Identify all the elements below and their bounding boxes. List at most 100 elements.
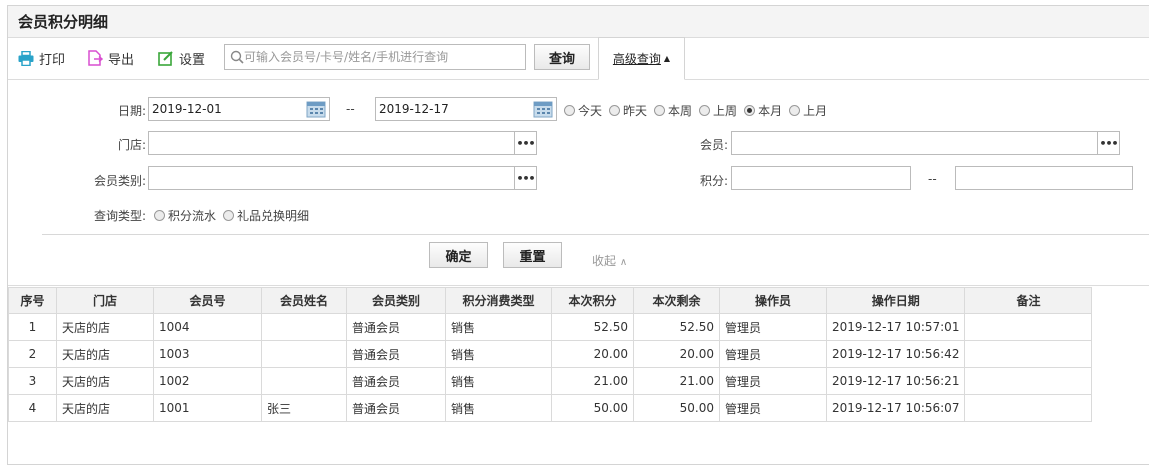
points-to-input[interactable] [956, 167, 1132, 189]
settings-button[interactable]: 设置 [158, 48, 205, 68]
table-body: 1 天店的店 1004 普通会员 销售 52.50 52.50 管理员 2019-12-17 1… [8, 313, 1093, 422]
table-cell: 21.00 [551, 367, 634, 395]
table-cell: 2019-12-17 10:56:07 [825, 394, 966, 422]
print-label: 打印 [39, 52, 66, 68]
calendar-icon[interactable] [306, 100, 326, 118]
table-cell [964, 340, 1093, 368]
store-field: ••• [148, 131, 537, 155]
member-type-label: 会员类别: [93, 174, 146, 188]
table-cell: 天店的店 [56, 313, 154, 341]
table-row[interactable]: 3 天店的店 1002 普通会员 销售 21.00 21.00 管理员 2019-12-17 1… [8, 367, 1093, 395]
export-icon [88, 50, 103, 66]
date-range-radio-label: 本月 [758, 104, 783, 118]
table-cell: 普通会员 [346, 367, 446, 395]
points-separator: -- [928, 172, 937, 186]
table-cell: 销售 [445, 340, 552, 368]
table-cell: 销售 [445, 367, 552, 395]
table-cell [261, 367, 347, 395]
column-header[interactable]: 会员号 [153, 287, 262, 314]
query-type-radio-0[interactable]: 积分流水 [154, 207, 216, 224]
export-button[interactable]: 导出 [88, 48, 134, 68]
radio-circle-icon [744, 105, 756, 116]
table-cell: 销售 [445, 394, 552, 422]
table-cell: 管理员 [719, 394, 827, 422]
table-row[interactable]: 1 天店的店 1004 普通会员 销售 52.50 52.50 管理员 2019-12-17 1… [8, 313, 1093, 341]
date-range-radio-label: 今天 [578, 104, 603, 118]
table-cell: 50.00 [633, 394, 720, 422]
confirm-button[interactable]: 确定 [429, 242, 488, 268]
query-type-label: 查询类型: [93, 209, 146, 223]
column-header[interactable]: 本次积分 [551, 287, 634, 314]
reset-button[interactable]: 重置 [503, 242, 562, 268]
table-row[interactable]: 2 天店的店 1003 普通会员 销售 20.00 20.00 管理员 2019-12-17 1… [8, 340, 1093, 368]
date-range-radio-4[interactable]: 本月 [744, 102, 782, 119]
date-range-radio-3[interactable]: 上周 [699, 102, 737, 119]
table-cell [964, 394, 1093, 422]
edit-icon [158, 51, 173, 66]
table-cell: 管理员 [719, 313, 827, 341]
date-range-radio-0[interactable]: 今天 [564, 102, 602, 119]
search-box [224, 44, 526, 70]
points-from-input[interactable] [732, 167, 910, 189]
caret-up-icon: ▲ [663, 54, 671, 63]
table-row[interactable]: 4 天店的店 1001 张三 普通会员 销售 50.00 50.00 管理员 2019-12-17… [8, 394, 1093, 422]
query-type-radio-1[interactable]: 礼品兑换明细 [223, 207, 309, 224]
member-type-picker-button[interactable]: ••• [514, 167, 536, 189]
date-range-radio-5[interactable]: 上月 [789, 102, 827, 119]
date-separator: -- [346, 102, 355, 116]
toolbar: 打印 导出 设置 查询 高级查询 ▲ [8, 37, 1149, 80]
column-header[interactable]: 备注 [964, 287, 1093, 314]
store-input[interactable] [149, 132, 514, 154]
column-header[interactable]: 会员姓名 [261, 287, 347, 314]
table-header-row: 序号 门店 会员号 会员姓名 会员类别 积分消费类型 本次积分 本次剩余 操作员 操作日期 备注 [8, 287, 1093, 314]
column-header[interactable]: 会员类别 [346, 287, 446, 314]
radio-circle-icon [609, 105, 621, 116]
table-cell [261, 313, 347, 341]
column-header[interactable]: 操作日期 [825, 287, 966, 314]
member-label: 会员: [699, 138, 728, 152]
table-cell: 1003 [153, 340, 262, 368]
calendar-icon[interactable] [533, 100, 553, 118]
date-from-field [148, 97, 330, 121]
member-type-input[interactable] [149, 167, 514, 189]
table-cell: 1004 [153, 313, 262, 341]
column-header[interactable]: 门店 [56, 287, 154, 314]
radio-circle-icon [154, 210, 165, 221]
table-cell: 张三 [261, 394, 347, 422]
title-bar: 会员积分明细 [8, 6, 1149, 38]
collapse-link[interactable]: 收起 ∧ [592, 252, 627, 269]
column-header[interactable]: 积分消费类型 [445, 287, 552, 314]
advanced-query-tab[interactable]: 高级查询 ▲ [598, 37, 685, 80]
store-label: 门店: [117, 138, 146, 152]
query-type-options: 积分流水 礼品兑换明细 [154, 207, 316, 224]
table-cell: 2019-12-17 10:56:21 [825, 367, 966, 395]
table-cell [261, 340, 347, 368]
table-cell: 普通会员 [346, 394, 446, 422]
store-picker-button[interactable]: ••• [514, 132, 536, 154]
date-range-radio-2[interactable]: 本周 [654, 102, 692, 119]
date-range-radio-label: 本周 [668, 104, 693, 118]
filter-divider [42, 234, 1149, 235]
column-header[interactable]: 操作员 [719, 287, 827, 314]
table-cell: 销售 [445, 313, 552, 341]
query-type-radio-label: 积分流水 [168, 209, 217, 223]
date-range-radio-1[interactable]: 昨天 [609, 102, 647, 119]
date-from-input[interactable] [149, 98, 306, 120]
date-to-input[interactable] [376, 98, 533, 120]
member-picker-button[interactable]: ••• [1097, 132, 1119, 154]
table-cell: 52.50 [551, 313, 634, 341]
member-input[interactable] [732, 132, 1097, 154]
query-button[interactable]: 查询 [534, 44, 590, 70]
table-cell: 21.00 [633, 367, 720, 395]
main-window: 会员积分明细 打印 导出 设置 可输入会员号/卡号/姓名/手机进行查询 查询 高… [7, 5, 1149, 465]
table-cell: 1 [8, 313, 57, 341]
table-cell: 3 [8, 367, 57, 395]
table-cell: 普通会员 [346, 340, 446, 368]
print-button[interactable]: 打印 [18, 48, 65, 68]
points-label: 积分: [699, 174, 728, 188]
column-header[interactable]: 序号 [8, 287, 57, 314]
chevron-up-icon: ∧ [619, 257, 628, 268]
search-input[interactable] [244, 50, 525, 64]
table-cell: 普通会员 [346, 313, 446, 341]
column-header[interactable]: 本次剩余 [633, 287, 720, 314]
